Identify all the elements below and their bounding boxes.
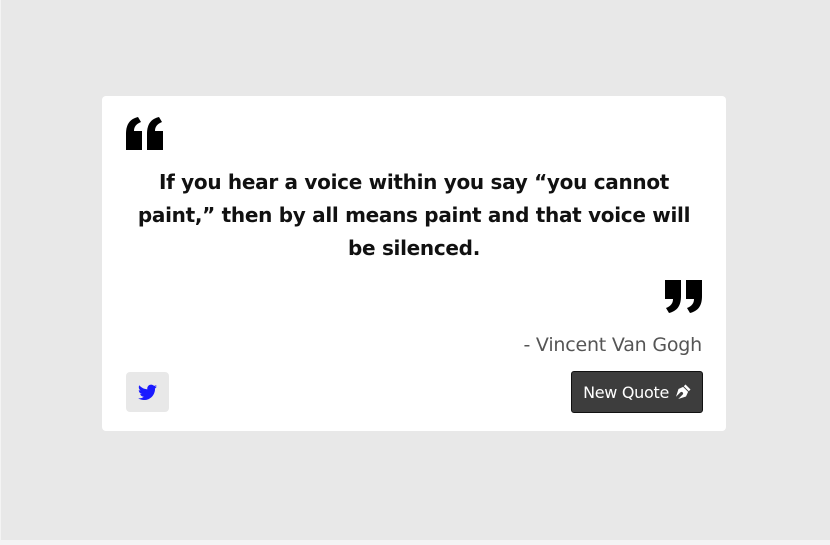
close-quote-icon [665, 280, 702, 313]
twitter-icon [138, 384, 157, 400]
quote-text: If you hear a voice within you say “you … [137, 170, 691, 260]
page-background: If you hear a voice within you say “you … [0, 0, 830, 545]
new-quote-button[interactable]: New Quote [571, 371, 703, 413]
quote-card: If you hear a voice within you say “you … [102, 96, 726, 431]
pen-nib-icon [676, 384, 691, 399]
open-quote-icon [126, 117, 163, 150]
new-quote-label: New Quote [583, 382, 669, 402]
tweet-button[interactable] [126, 372, 169, 412]
quote-author: - Vincent Van Gogh [523, 334, 702, 356]
